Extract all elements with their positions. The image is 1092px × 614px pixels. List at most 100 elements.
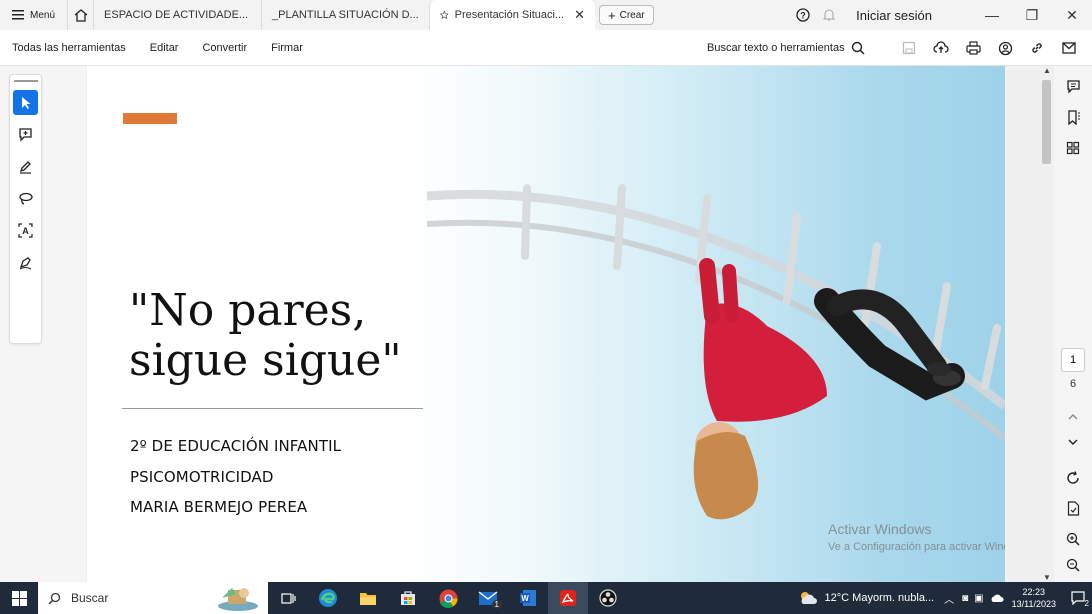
lasso-icon <box>19 192 33 205</box>
tab-presentacion[interactable]: Presentación Situaci... ✕ <box>429 0 596 30</box>
search-icon <box>48 592 61 604</box>
signin-button[interactable]: Iniciar sesión <box>856 8 932 23</box>
vertical-scrollbar[interactable]: ▲ ▼ <box>1040 66 1054 582</box>
home-icon <box>74 8 87 22</box>
close-window-button[interactable]: ✕ <box>1052 0 1092 30</box>
folder-icon <box>360 592 376 605</box>
weather-text[interactable]: 12°C Mayorm. nubla... <box>825 592 935 604</box>
zoom-out-icon[interactable] <box>1063 555 1083 575</box>
edge-icon <box>319 589 337 607</box>
tab-plantilla[interactable]: _PLANTILLA SITUACIÓN D... <box>261 0 429 30</box>
store-app[interactable] <box>388 582 428 614</box>
monkey-bars-photo <box>407 66 1005 582</box>
right-rail: 1 6 <box>1054 66 1092 582</box>
scroll-up-icon[interactable]: ▲ <box>1043 66 1051 75</box>
sign-tool[interactable] <box>13 250 38 275</box>
title-bar: Menú ESPACIO DE ACTIVIDADE... _PLANTILLA… <box>0 0 1092 30</box>
print-icon[interactable] <box>957 30 989 66</box>
menu-convertir[interactable]: Convertir <box>190 42 259 54</box>
title-divider <box>122 408 423 409</box>
text-recognition-tool[interactable]: A <box>13 218 38 243</box>
next-page-icon[interactable] <box>1063 432 1083 452</box>
thumbnails-panel-icon[interactable] <box>1063 138 1083 158</box>
taskbar-search[interactable]: Buscar <box>38 582 268 614</box>
activation-watermark-subtitle: Ve a Configuración para activar Windows. <box>828 541 1005 553</box>
tab-espacio[interactable]: ESPACIO DE ACTIVIDADE... <box>93 0 261 30</box>
save-icon[interactable] <box>893 30 925 66</box>
onedrive-cloud-icon[interactable] <box>990 593 1004 603</box>
start-button[interactable] <box>0 582 38 614</box>
windows-logo-icon <box>11 590 27 606</box>
acrobat-app[interactable] <box>548 582 588 614</box>
system-tray: 12°C Mayorm. nubla... ︿ ◙ ▣ 22:23 13/11/… <box>797 582 1092 614</box>
lasso-tool[interactable] <box>13 186 38 211</box>
comment-plus-icon <box>19 128 32 142</box>
add-comment-tool[interactable] <box>13 122 38 147</box>
create-button[interactable]: + Crear <box>599 5 654 25</box>
screen-record-icon[interactable]: ▣ <box>974 593 983 604</box>
notification-center-button[interactable]: 2 <box>1064 582 1092 614</box>
tab-label: ESPACIO DE ACTIVIDADE... <box>104 9 249 21</box>
minimize-button[interactable]: — <box>972 0 1012 30</box>
tab-label: _PLANTILLA SITUACIÓN D... <box>272 9 419 21</box>
document-page[interactable]: "No pares, sigue sigue" 2º DE EDUCACIÓN … <box>87 66 1005 582</box>
show-hidden-icons[interactable]: ︿ <box>944 591 954 606</box>
tab-label: Presentación Situaci... <box>454 9 565 21</box>
clock-time: 22:23 <box>1022 587 1046 597</box>
menu-button[interactable]: Menú <box>0 0 67 30</box>
create-label: Crear <box>619 9 645 21</box>
mail-app[interactable]: 1 <box>468 582 508 614</box>
file-explorer-app[interactable] <box>348 582 388 614</box>
svg-text:A: A <box>22 226 29 236</box>
menu-todas-herramientas[interactable]: Todas las herramientas <box>0 42 138 54</box>
bookmark-panel-icon[interactable] <box>1063 107 1083 127</box>
zoom-in-icon[interactable] <box>1063 529 1083 549</box>
comments-panel-icon[interactable] <box>1063 76 1083 96</box>
upload-cloud-icon[interactable] <box>925 30 957 66</box>
drag-handle[interactable] <box>13 80 38 82</box>
windows-taskbar: Buscar 1 W 12°C Mayorm. nubla... ︿ ◙ ▣ 2… <box>0 582 1092 614</box>
task-view-button[interactable] <box>268 582 308 614</box>
clock-date: 13/11/2023 <box>1011 599 1056 609</box>
edge-app[interactable] <box>308 582 348 614</box>
export-pdf-icon[interactable] <box>1063 498 1083 518</box>
word-app[interactable]: W <box>508 582 548 614</box>
search-tools-button[interactable]: Buscar texto o herramientas <box>707 30 865 66</box>
svg-text:?: ? <box>800 11 806 21</box>
menu-firmar[interactable]: Firmar <box>259 42 315 54</box>
home-button[interactable] <box>67 0 93 30</box>
menu-editar[interactable]: Editar <box>138 42 191 54</box>
chrome-icon <box>439 589 458 608</box>
select-tool[interactable] <box>13 90 38 115</box>
task-view-icon <box>280 592 296 604</box>
word-icon: W <box>520 590 536 606</box>
scroll-down-icon[interactable]: ▼ <box>1043 573 1051 582</box>
previous-page-icon[interactable] <box>1063 406 1083 426</box>
text-box-icon: A <box>18 223 33 238</box>
left-tools-panel: A <box>0 66 86 582</box>
tools-box: A <box>9 74 42 344</box>
bell-icon[interactable] <box>822 8 836 22</box>
help-icon[interactable]: ? <box>796 8 810 22</box>
share-user-icon[interactable] <box>989 30 1021 66</box>
chrome-app[interactable] <box>428 582 468 614</box>
highlight-tool[interactable] <box>13 154 38 179</box>
clock[interactable]: 22:23 13/11/2023 <box>1012 586 1056 610</box>
restore-button[interactable]: ❐ <box>1012 0 1052 30</box>
mail-icon[interactable] <box>1053 30 1085 66</box>
meet-icon[interactable]: ◙ <box>962 593 968 604</box>
hamburger-icon <box>12 10 24 20</box>
fountain-pen-icon <box>19 257 32 270</box>
obs-app[interactable] <box>588 582 628 614</box>
link-icon[interactable] <box>1021 30 1053 66</box>
current-page-input[interactable]: 1 <box>1061 348 1085 372</box>
rotate-icon[interactable] <box>1063 468 1083 488</box>
scrollbar-thumb[interactable] <box>1042 80 1051 164</box>
course-line: 2º DE EDUCACIÓN INFANTIL <box>130 437 342 455</box>
svg-text:W: W <box>521 594 529 603</box>
notification-count: 2 <box>1084 599 1089 608</box>
star-icon[interactable] <box>440 8 449 22</box>
close-tab-icon[interactable]: ✕ <box>574 7 585 23</box>
toolbar-icons <box>893 30 1085 66</box>
acrobat-icon <box>560 590 576 606</box>
